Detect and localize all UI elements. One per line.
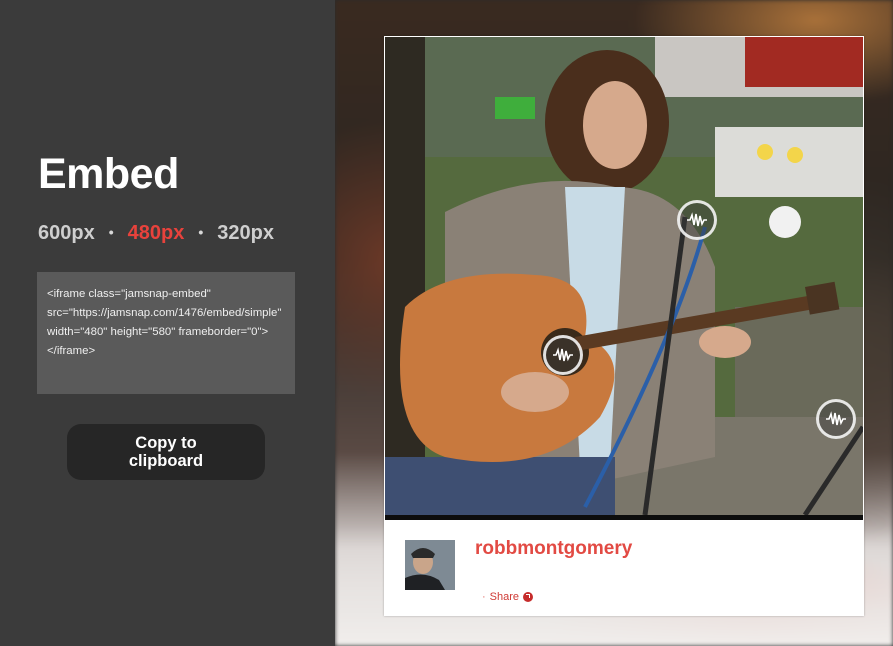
- username-link[interactable]: robbmontgomery: [475, 538, 632, 560]
- waveform-hotspot-1[interactable]: [677, 200, 717, 240]
- embed-panel: Embed 600px • 480px • 320px <iframe clas…: [0, 0, 335, 646]
- waveform-hotspot-3[interactable]: [816, 399, 856, 439]
- share-label: Share: [489, 591, 520, 603]
- size-option-480[interactable]: 480px: [128, 222, 185, 245]
- avatar[interactable]: [405, 540, 455, 590]
- share-link[interactable]: · Share: [482, 591, 534, 603]
- embed-title: Embed: [38, 150, 179, 198]
- avatar-portrait: [405, 540, 455, 590]
- separator-dot: •: [108, 223, 114, 240]
- waveform-icon: [687, 212, 707, 227]
- size-options: 600px • 480px • 320px: [38, 222, 274, 245]
- share-bullet: ·: [482, 591, 486, 603]
- share-arrow-icon: [523, 592, 534, 602]
- separator-dot: •: [198, 223, 204, 240]
- photo-divider-bar: [385, 515, 863, 520]
- size-option-600[interactable]: 600px: [38, 222, 95, 245]
- photo-illustration: [385, 37, 863, 515]
- copy-to-clipboard-button[interactable]: Copy to clipboard: [67, 424, 265, 480]
- size-option-320[interactable]: 320px: [217, 222, 274, 245]
- performance-photo: [385, 37, 863, 515]
- embed-code-textarea[interactable]: <iframe class="jamsnap-embed" src="https…: [37, 272, 295, 394]
- waveform-icon: [826, 411, 846, 426]
- embed-preview-card: robbmontgomery · Share: [384, 36, 864, 616]
- waveform-icon: [553, 347, 573, 362]
- waveform-hotspot-2[interactable]: [543, 335, 583, 375]
